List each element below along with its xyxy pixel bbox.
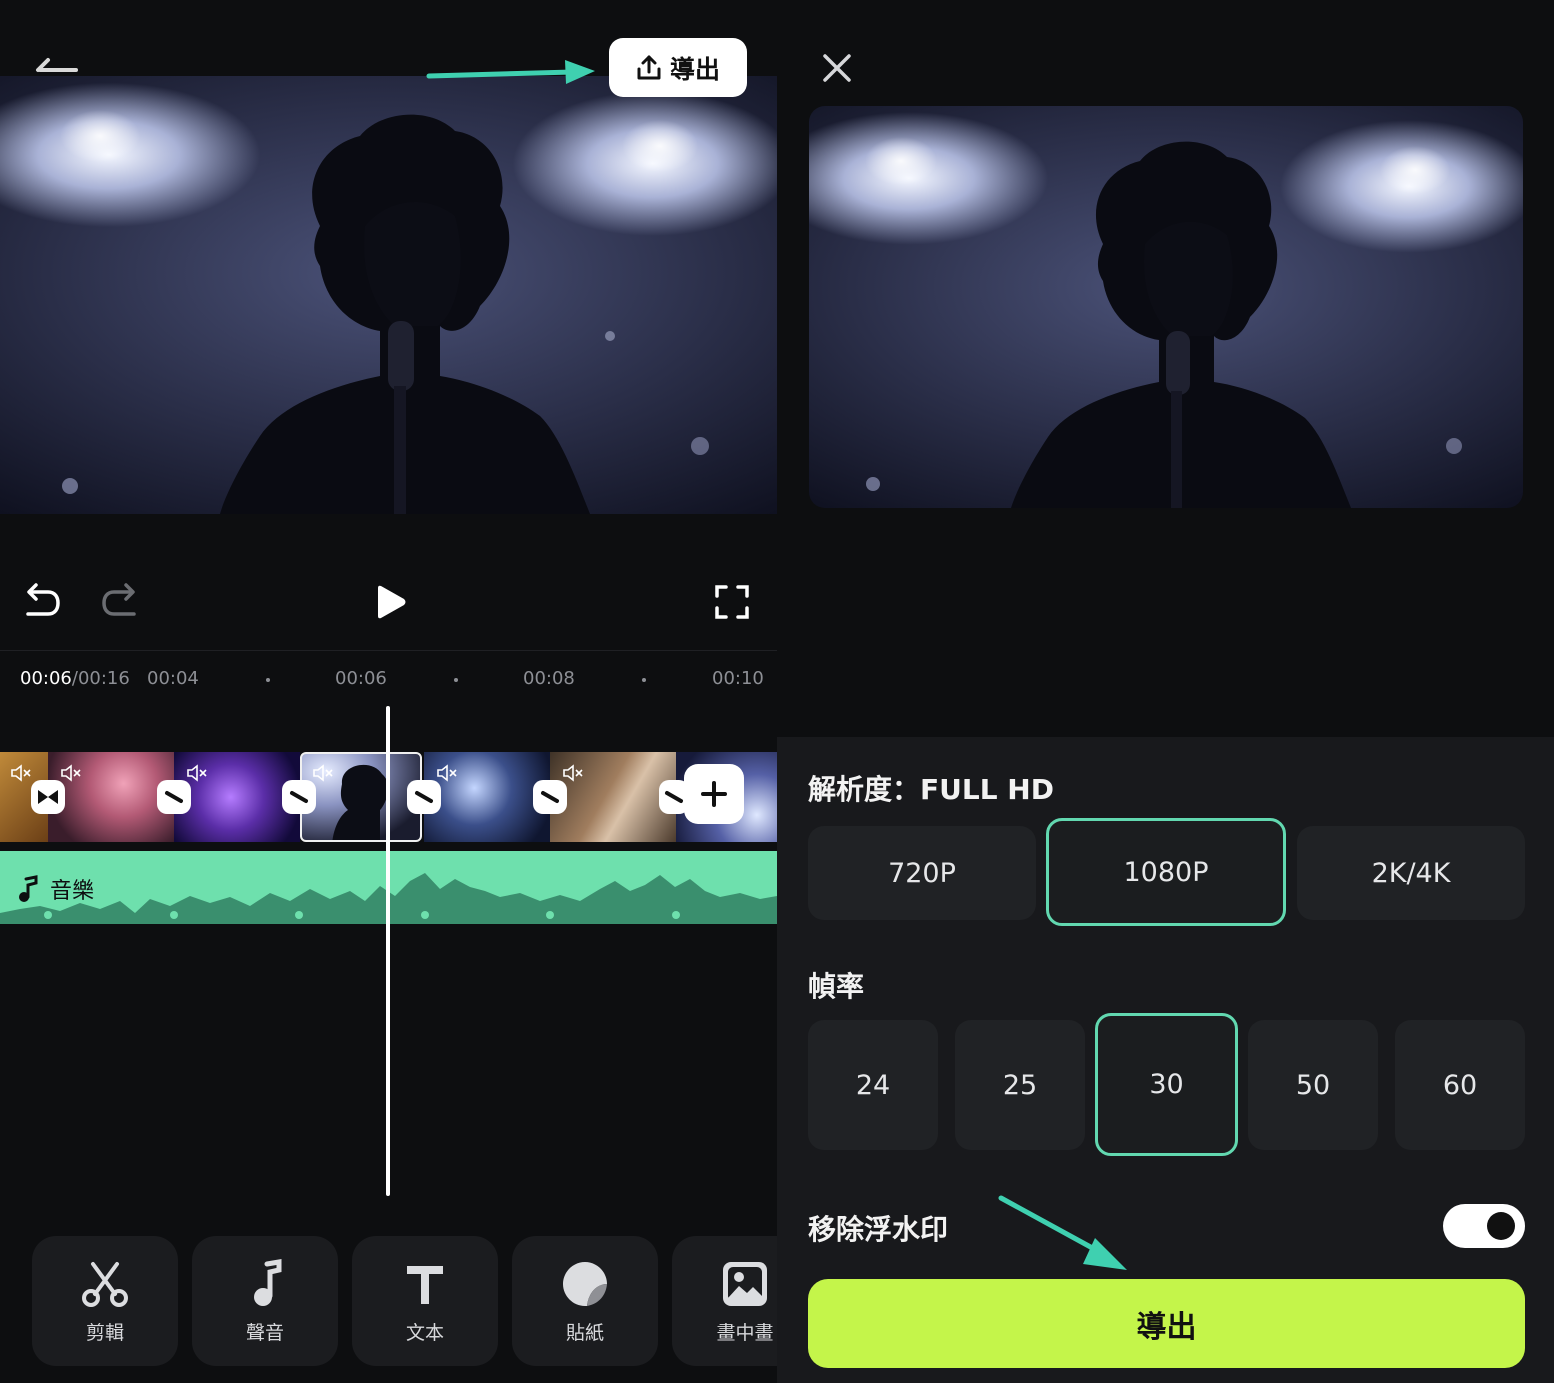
music-track-label: 音樂 [50,879,95,904]
tool-audio-button[interactable]: 聲音 [192,1236,338,1366]
mute-icon[interactable] [436,764,458,782]
tool-label: 文本 [405,1322,444,1344]
annotation-arrow [998,1195,1127,1270]
framerate-title: 幀率 [808,970,865,1003]
transition-icon[interactable] [407,780,441,814]
transition-icon[interactable] [282,780,316,814]
framerate-60-option[interactable]: 60 [1395,1020,1525,1150]
upload-icon [636,54,662,82]
picture-in-picture-icon [723,1262,767,1306]
editor-screen: 導出 00:06/00:16 00:04 00:06 00:08 00:10 音… [0,0,777,1383]
mute-icon[interactable] [10,764,32,782]
music-note-icon [19,875,38,902]
export-preview [809,106,1523,508]
ruler-tick: 00:08 [523,668,575,689]
ruler-tick: 00:06 [335,668,387,689]
resolution-1080p-option[interactable]: 1080P [1046,818,1286,926]
ruler-tick: 00:04 [147,668,199,689]
video-preview[interactable] [0,76,777,514]
remove-watermark-toggle[interactable] [1443,1204,1525,1248]
tool-pip-button[interactable]: 畫中畫 [672,1236,777,1366]
divider [0,650,777,651]
mute-icon[interactable] [186,764,208,782]
framerate-50-option[interactable]: 50 [1248,1020,1378,1150]
add-clip-button[interactable] [684,764,744,824]
mute-icon[interactable] [562,764,584,782]
close-icon[interactable] [821,52,853,84]
ruler-dot [642,678,646,682]
music-track-header: 音樂 [16,873,94,905]
ruler-tick: 00:10 [712,668,764,689]
text-icon [407,1266,443,1304]
resolution-2k4k-option[interactable]: 2K/4K [1297,826,1525,920]
resolution-720p-option[interactable]: 720P [808,826,1036,920]
mute-icon[interactable] [312,764,334,782]
redo-icon[interactable] [100,582,140,620]
tool-label: 貼紙 [565,1322,604,1344]
remove-watermark-label: 移除浮水印 [808,1213,949,1246]
resolution-title: 解析度：FULL HD [808,773,1054,806]
scissors-icon [82,1262,128,1307]
framerate-24-option[interactable]: 24 [808,1020,938,1150]
ruler-dot [454,678,458,682]
framerate-30-option[interactable]: 30 [1095,1013,1238,1156]
fullscreen-icon[interactable] [714,584,750,620]
tool-text-button[interactable]: 文本 [352,1236,498,1366]
toggle-knob [1487,1212,1515,1240]
play-icon[interactable] [372,584,408,620]
undo-icon[interactable] [22,582,62,620]
music-note-icon [254,1259,282,1306]
playhead[interactable] [386,706,390,1196]
video-frame-image [60,110,709,514]
transition-icon[interactable] [157,780,191,814]
tool-sticker-button[interactable]: 貼紙 [512,1236,658,1366]
transition-icon[interactable] [533,780,567,814]
export-confirm-label: 導出 [1136,1309,1197,1345]
tool-edit-button[interactable]: 剪輯 [32,1236,178,1366]
tool-label: 剪輯 [85,1322,124,1344]
annotation-arrow [426,60,595,84]
export-button-label: 導出 [669,54,720,84]
export-button[interactable]: 導出 [609,38,747,97]
framerate-25-option[interactable]: 25 [955,1020,1085,1150]
tool-label: 畫中畫 [716,1322,774,1344]
plus-icon [701,781,727,807]
sticker-icon [563,1262,607,1306]
export-confirm-button[interactable]: 導出 [808,1279,1525,1368]
export-settings-screen [777,0,1554,1383]
ruler-dot [266,678,270,682]
current-time: 00:06/00:16 [20,668,130,689]
tool-label: 聲音 [245,1322,284,1344]
video-frame-image [865,137,1462,508]
mute-icon[interactable] [60,764,82,782]
transition-bowtie-icon[interactable] [31,780,65,814]
